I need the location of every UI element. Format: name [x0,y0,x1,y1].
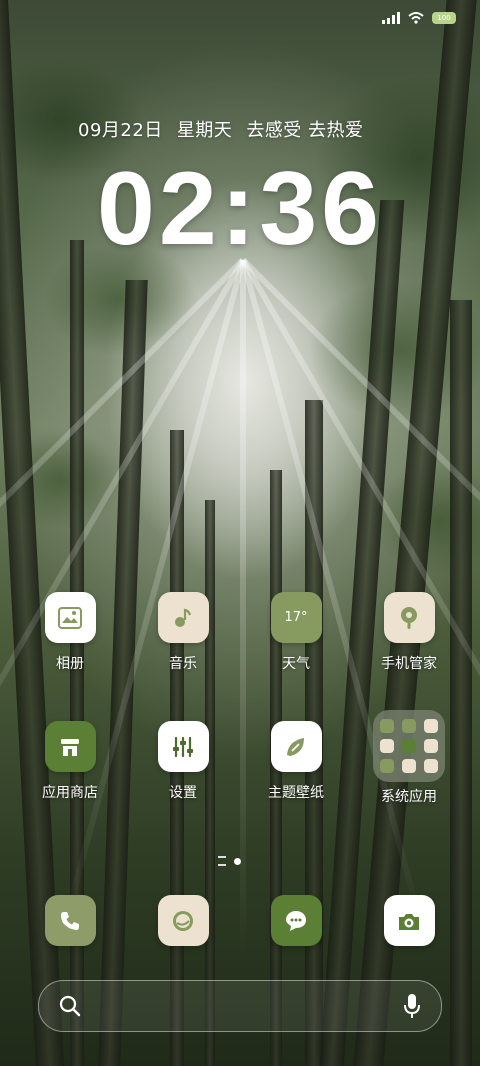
gallery-icon [44,592,96,643]
app-label: 设置 [169,785,197,801]
app-security[interactable]: 手机管家 [359,592,459,673]
music-icon [157,592,209,643]
app-folder-system[interactable]: 系统应用 [359,710,459,806]
date-text: 09月22日 [78,120,163,141]
app-store[interactable]: 应用商店 [20,721,120,802]
status-bar: 100 [382,12,456,24]
search-icon [59,995,81,1017]
mic-icon[interactable] [403,993,421,1019]
weather-temperature: 17° [284,610,308,625]
app-gallery[interactable]: 相册 [20,592,120,673]
store-icon [44,721,96,772]
app-weather[interactable]: 17° 天气 [246,592,346,673]
page-indicator-list-icon [218,856,226,866]
app-label: 天气 [282,656,310,672]
app-label: 主题壁纸 [268,785,324,801]
browser-icon [157,895,209,946]
app-settings[interactable]: 设置 [133,721,233,802]
camera-icon [383,895,435,946]
dock-camera[interactable] [359,895,459,946]
security-icon [383,592,435,643]
app-music[interactable]: 音乐 [133,592,233,673]
app-label: 系统应用 [381,789,437,805]
signal-icon [382,12,400,24]
dock-messages[interactable] [246,895,346,946]
messages-icon [270,895,322,946]
settings-icon [157,721,209,772]
app-label: 应用商店 [42,785,98,801]
phone-icon [44,895,96,946]
lockscreen-date-line: 09月22日 星期天 去感受 去热爱 [78,116,364,142]
search-bar[interactable] [38,980,442,1032]
app-label: 相册 [56,656,84,672]
clock-widget[interactable]: 02:36 [0,150,480,269]
app-label: 音乐 [169,656,197,672]
dock-phone[interactable] [20,895,120,946]
themes-icon [270,721,322,772]
app-label: 手机管家 [381,656,437,672]
dock-browser[interactable] [133,895,233,946]
battery-icon: 100 [432,12,456,24]
page-indicator[interactable] [218,856,241,866]
weather-icon: 17° [270,592,322,643]
wifi-icon [408,12,424,24]
app-themes[interactable]: 主题壁纸 [246,721,346,802]
slogan-text: 去感受 去热爱 [246,120,364,141]
folder-icon [373,710,445,782]
page-indicator-dot [234,857,241,865]
weekday-text: 星期天 [176,120,233,141]
